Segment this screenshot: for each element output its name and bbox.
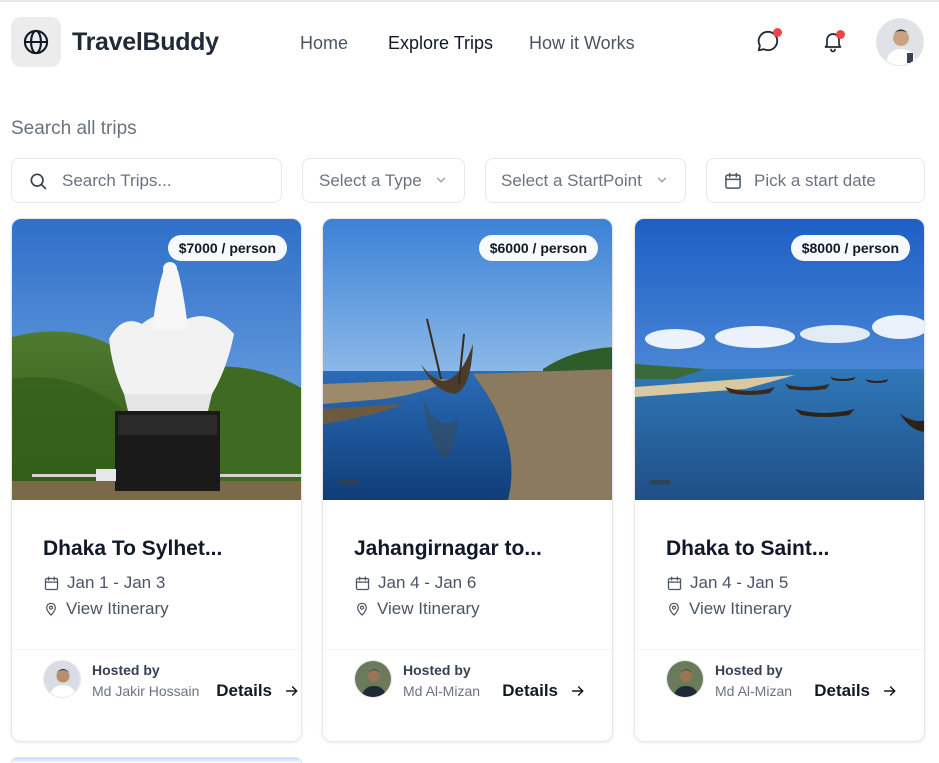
calendar-icon — [355, 575, 370, 590]
card-divider — [323, 649, 612, 650]
chevron-down-icon — [657, 177, 667, 183]
view-itinerary-link[interactable]: View Itinerary — [354, 599, 480, 619]
start-date-placeholder: Pick a start date — [754, 170, 876, 190]
card-divider — [12, 649, 301, 650]
carousel-indicator[interactable] — [337, 480, 359, 485]
trip-dates: Jan 4 - Jan 5 — [666, 573, 788, 593]
arrow-right-icon — [285, 686, 298, 696]
trip-title[interactable]: Dhaka to Saint... — [666, 537, 829, 561]
trip-image[interactable]: $6000 / person — [323, 219, 612, 500]
messages-button[interactable] — [753, 26, 783, 56]
brand-name[interactable]: TravelBuddy — [72, 28, 219, 57]
type-select[interactable]: Select a Type — [302, 158, 465, 203]
chevron-down-icon — [436, 177, 446, 183]
startpoint-select-placeholder: Select a StartPoint — [501, 170, 642, 190]
hosted-by-label: Hosted by — [715, 662, 783, 678]
host-name: Md Jakir Hossain — [92, 683, 200, 699]
host-avatar — [354, 660, 392, 698]
details-label: Details — [502, 681, 558, 700]
trip-title[interactable]: Dhaka To Sylhet... — [43, 537, 222, 561]
trip-title[interactable]: Jahangirnagar to... — [354, 537, 542, 561]
hosted-by-label: Hosted by — [403, 662, 471, 678]
view-itinerary-link[interactable]: View Itinerary — [666, 599, 792, 619]
details-button[interactable]: Details — [216, 681, 300, 701]
user-avatar[interactable] — [876, 18, 924, 66]
nav-home[interactable]: Home — [300, 33, 348, 54]
search-icon — [30, 173, 47, 189]
notifications-button[interactable] — [818, 26, 848, 56]
details-button[interactable]: Details — [502, 681, 586, 701]
hosted-by-label: Hosted by — [92, 662, 160, 678]
carousel-indicator[interactable] — [649, 480, 671, 485]
host-avatar — [43, 660, 81, 698]
logo[interactable] — [11, 17, 61, 67]
startpoint-select[interactable]: Select a StartPoint — [485, 158, 686, 203]
calendar-icon — [725, 172, 741, 189]
map-pin-icon — [357, 602, 367, 616]
search-placeholder: Search Trips... — [62, 170, 172, 190]
host-name: Md Al-Mizan — [403, 683, 481, 699]
arrow-right-icon — [571, 686, 584, 696]
map-pin-icon — [46, 602, 56, 616]
start-date-picker[interactable]: Pick a start date — [706, 158, 925, 203]
host-name: Md Al-Mizan — [715, 683, 793, 699]
price-badge: $7000 / person — [167, 235, 287, 261]
calendar-icon — [44, 575, 59, 590]
trip-card[interactable]: $6000 / person Jahangirnagar to... Jan 4… — [322, 218, 613, 742]
host-avatar — [666, 660, 704, 698]
arrow-right-icon — [883, 686, 896, 696]
price-badge: $6000 / person — [478, 235, 598, 261]
calendar-icon — [667, 575, 682, 590]
view-itinerary-label: View Itinerary — [377, 599, 480, 618]
nav-how-it-works[interactable]: How it Works — [529, 33, 635, 54]
trip-dates: Jan 4 - Jan 6 — [354, 573, 476, 593]
globe-icon — [23, 29, 49, 55]
search-section-title: Search all trips — [11, 118, 137, 139]
trip-image[interactable]: $7000 / person — [12, 219, 301, 500]
search-input[interactable]: Search Trips... — [11, 158, 282, 203]
map-pin-icon — [669, 602, 679, 616]
trip-dates-text: Jan 1 - Jan 3 — [67, 573, 166, 592]
notification-badge — [836, 30, 845, 39]
top-navbar: TravelBuddy Home Explore Trips How it Wo… — [0, 0, 939, 86]
price-badge: $8000 / person — [790, 235, 910, 261]
details-label: Details — [216, 681, 272, 700]
view-itinerary-label: View Itinerary — [689, 599, 792, 618]
view-itinerary-link[interactable]: View Itinerary — [43, 599, 169, 619]
type-select-placeholder: Select a Type — [319, 170, 422, 190]
next-trip-card-peek — [11, 757, 302, 763]
trip-card[interactable]: $8000 / person Dhaka to Saint... Jan 4 -… — [634, 218, 925, 742]
trip-image[interactable]: $8000 / person — [635, 219, 924, 500]
message-badge — [773, 28, 782, 37]
trip-dates-text: Jan 4 - Jan 5 — [690, 573, 789, 592]
details-label: Details — [814, 681, 870, 700]
card-divider — [635, 649, 924, 650]
details-button[interactable]: Details — [814, 681, 898, 701]
view-itinerary-label: View Itinerary — [66, 599, 169, 618]
nav-explore-trips[interactable]: Explore Trips — [388, 33, 493, 54]
trip-dates-text: Jan 4 - Jan 6 — [378, 573, 477, 592]
trip-card[interactable]: $7000 / person Dhaka To Sylhet... Jan 1 … — [11, 218, 302, 742]
trip-dates: Jan 1 - Jan 3 — [43, 573, 165, 593]
